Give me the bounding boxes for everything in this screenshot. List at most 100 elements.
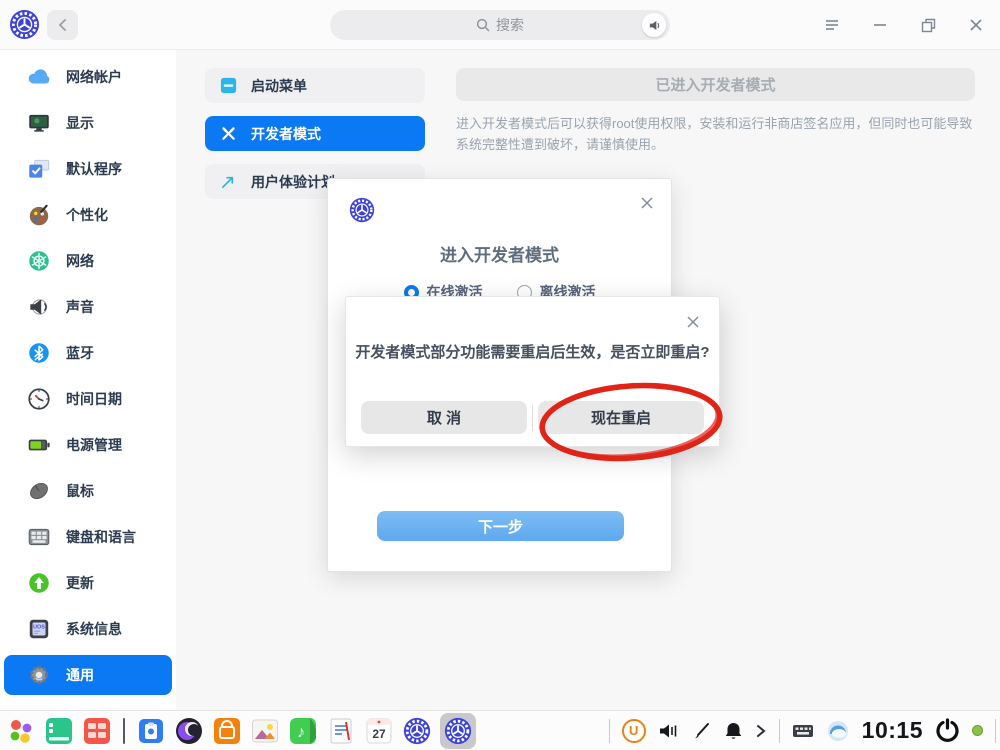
sidebar-item-mouse[interactable]: 鼠标 — [4, 471, 172, 511]
sidebar-item-default-apps[interactable]: 默认程序 — [4, 149, 172, 189]
restore-icon — [921, 18, 936, 33]
notification-bell-icon[interactable] — [724, 721, 743, 741]
sidebar-item-general[interactable]: 通用 — [4, 655, 172, 695]
search-icon — [476, 18, 490, 32]
sidebar-item-network-account[interactable]: 网络帐户 — [4, 57, 172, 97]
user-experience-icon — [219, 172, 238, 191]
sidebar-item-system-info[interactable]: UOS 系统信息 — [4, 609, 172, 649]
close-icon — [686, 315, 700, 329]
restart-message: 开发者模式部分功能需要重启后生效，是否立即重启? — [346, 341, 719, 362]
close-icon — [969, 18, 983, 32]
taskbar-apps: ♪ 27 — [6, 713, 476, 749]
network-icon — [26, 248, 52, 274]
settings-sidebar: 网络帐户 显示 默认程序 个性化 网络 声音 蓝牙 时间日期 — [0, 50, 176, 710]
volume-icon[interactable] — [658, 721, 680, 741]
dialog-buttons: 取 消 现在重启 — [361, 401, 704, 434]
uos-logo-icon — [9, 9, 40, 40]
sidebar-item-power[interactable]: 电源管理 — [4, 425, 172, 465]
uos-update-tray-icon[interactable]: U — [622, 719, 646, 743]
photos-icon[interactable] — [250, 716, 280, 746]
developer-mode-content: 已进入开发者模式 进入开发者模式后可以获得root使用权限，安装和运行非商店签名… — [456, 68, 975, 156]
tray-divider — [609, 719, 610, 743]
close-button[interactable] — [966, 15, 986, 35]
minimize-button[interactable] — [870, 15, 890, 35]
control-center-window: 搜索 网络帐户 显示 — [0, 0, 1000, 750]
minimize-icon — [873, 18, 887, 32]
sidebar-item-datetime[interactable]: 时间日期 — [4, 379, 172, 419]
personalization-icon — [26, 202, 52, 228]
control-center-active-icon — [443, 716, 473, 746]
sidebar-item-keyboard[interactable]: 键盘和语言 — [4, 517, 172, 557]
tray-expand-chevron-icon[interactable] — [755, 724, 767, 738]
search-input[interactable]: 搜索 — [330, 10, 670, 40]
next-step-button[interactable]: 下一步 — [377, 511, 624, 541]
close-icon — [640, 196, 654, 210]
battery-icon — [26, 432, 52, 458]
developer-mode-icon — [219, 124, 238, 143]
sidebar-item-sound[interactable]: 声音 — [4, 287, 172, 327]
submenu-item-boot-menu[interactable]: 启动菜单 — [205, 68, 425, 103]
calendar-icon[interactable]: 27 — [364, 716, 394, 746]
svg-text:27: 27 — [372, 727, 386, 741]
sidebar-item-update[interactable]: 更新 — [4, 563, 172, 603]
bluetooth-icon — [26, 340, 52, 366]
taskbar-divider — [123, 718, 125, 744]
keyboard-icon — [26, 524, 52, 550]
developer-mode-description: 进入开发者模式后可以获得root使用权限，安装和运行非商店签名应用，但同时也可能… — [456, 114, 975, 156]
app-grid-icon[interactable] — [82, 716, 112, 746]
terminal-icon[interactable] — [44, 716, 74, 746]
svg-text:♪: ♪ — [297, 724, 305, 741]
system-info-icon: UOS — [26, 616, 52, 642]
input-method-icon[interactable] — [792, 723, 814, 739]
back-button[interactable] — [47, 10, 78, 40]
app-store-icon[interactable] — [212, 716, 242, 746]
restart-confirm-dialog: 开发者模式部分功能需要重启后生效，是否立即重启? 取 消 现在重启 — [345, 296, 720, 447]
tray-divider — [995, 719, 996, 743]
cloud-icon — [26, 64, 52, 90]
button-divider — [532, 405, 533, 431]
sidebar-item-display[interactable]: 显示 — [4, 103, 172, 143]
clock[interactable]: 10:15 — [862, 717, 923, 744]
search-placeholder: 搜索 — [496, 15, 524, 35]
submenu-item-developer-mode[interactable]: 开发者模式 — [205, 116, 425, 151]
window-menu-button[interactable] — [822, 15, 842, 35]
weather-icon[interactable] — [826, 719, 850, 743]
cancel-button[interactable]: 取 消 — [361, 401, 527, 434]
sidebar-item-personalization[interactable]: 个性化 — [4, 195, 172, 235]
sidebar-item-bluetooth[interactable]: 蓝牙 — [4, 333, 172, 373]
menu-icon — [824, 18, 840, 32]
developer-mode-status-button: 已进入开发者模式 — [456, 68, 975, 101]
mouse-icon — [26, 478, 52, 504]
control-center-icon[interactable] — [402, 716, 432, 746]
taskbar-tray: U 10:15 — [609, 717, 996, 744]
file-manager-icon[interactable] — [136, 716, 166, 746]
status-dot-icon[interactable] — [972, 725, 983, 736]
restart-now-button[interactable]: 现在重启 — [538, 401, 704, 434]
tray-divider — [779, 719, 780, 743]
music-icon[interactable]: ♪ — [288, 716, 318, 746]
svg-text:UOS: UOS — [33, 624, 45, 630]
boot-menu-icon — [219, 76, 238, 95]
launcher-icon[interactable] — [6, 716, 36, 746]
titlebar: 搜索 — [0, 0, 1000, 50]
browser-icon[interactable] — [174, 716, 204, 746]
active-app-indicator[interactable] — [440, 713, 476, 749]
sidebar-item-network[interactable]: 网络 — [4, 241, 172, 281]
voice-search-button[interactable] — [642, 13, 666, 37]
shutdown-icon[interactable] — [935, 718, 960, 743]
text-editor-icon[interactable] — [326, 716, 356, 746]
speaker-icon — [648, 19, 661, 32]
sound-icon — [26, 294, 52, 320]
gear-icon — [26, 662, 52, 688]
dialog-title: 进入开发者模式 — [328, 241, 671, 266]
dialog-close-button[interactable] — [683, 312, 703, 332]
taskbar: ♪ 27 U 10:15 — [0, 710, 1000, 750]
maximize-button[interactable] — [918, 15, 938, 35]
dialog-close-button[interactable] — [637, 193, 657, 213]
datetime-icon — [26, 386, 52, 412]
screenshot-pen-icon[interactable] — [692, 721, 712, 741]
display-icon — [26, 110, 52, 136]
update-icon — [26, 570, 52, 596]
chevron-left-icon — [57, 19, 69, 31]
default-apps-icon — [26, 156, 52, 182]
